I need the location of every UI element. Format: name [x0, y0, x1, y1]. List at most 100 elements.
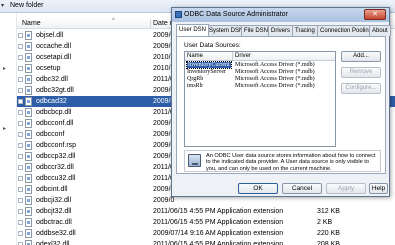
tab-drivers[interactable]: Drivers	[268, 25, 293, 36]
row-checkbox[interactable]	[18, 165, 23, 170]
new-folder-button[interactable]: New folder	[10, 2, 43, 9]
file-name: odbcad32	[36, 98, 67, 105]
help-button[interactable]: Help	[369, 183, 388, 194]
apply-button[interactable]: Apply	[326, 183, 366, 194]
file-icon	[25, 97, 32, 106]
row-checkbox[interactable]	[18, 88, 23, 93]
file-row[interactable]: odexl32.dll 2011/06/15 4:55 PM Application…	[17, 239, 395, 245]
file-name: odexl32.dll	[36, 241, 70, 245]
dialog-titlebar[interactable]: ODBC Data Source Administrator ✕	[172, 8, 389, 22]
odbc-admin-dialog: ODBC Data Source Administrator ✕ User DS…	[171, 7, 391, 197]
file-name: occache.dll	[36, 43, 72, 50]
cancel-button[interactable]: Cancel	[282, 183, 322, 194]
file-date: 2011/06/15 4:55 PM	[153, 219, 216, 226]
file-row[interactable]: oddbse32.dll 2009/07/14 9:16 AM Applicatio…	[17, 228, 395, 239]
file-icon	[25, 218, 32, 227]
file-name: odbcint.dll	[36, 186, 68, 193]
expand-chevron-icon[interactable]: ▸	[3, 125, 6, 132]
file-row[interactable]: odbctrac.dll 2011/06/15 4:55 PM Applicatio…	[17, 217, 395, 228]
file-name: ocsetup	[36, 65, 61, 72]
column-divider[interactable]	[150, 19, 151, 28]
row-checkbox[interactable]	[18, 209, 23, 214]
tab-tracing[interactable]: Tracing	[292, 25, 318, 36]
file-name: odbc32.dll	[36, 76, 68, 83]
row-checkbox[interactable]	[18, 231, 23, 236]
dsn-column-name[interactable]: Name	[187, 53, 203, 59]
row-checkbox[interactable]	[18, 33, 23, 38]
file-date: 2011/06/15 4:55 PM	[153, 241, 216, 245]
row-checkbox[interactable]	[18, 66, 23, 71]
dsn-driver: Microsoft Access Driver (*.mdb)	[235, 76, 315, 82]
file-name: odbctrac.dll	[36, 219, 72, 226]
dsn-list-header: Name Driver	[185, 52, 335, 61]
file-date: 2009/0	[153, 197, 175, 204]
tab-user-dsn[interactable]: User DSN	[176, 24, 210, 36]
file-name: odbcbcp.dll	[36, 109, 72, 116]
row-checkbox[interactable]	[18, 220, 23, 225]
close-button[interactable]: ✕	[364, 9, 386, 20]
file-icon	[25, 240, 32, 245]
tab-strip: User DSN System DSN File DSN Drivers Tra…	[176, 24, 391, 36]
file-icon	[25, 86, 32, 95]
add-button[interactable]: Add...	[341, 51, 381, 62]
user-data-sources-list[interactable]: Name Driver InventoryCurrent Microsoft Ac…	[184, 51, 336, 147]
configure-button[interactable]: Configure...	[341, 83, 381, 94]
file-name: oddbse32.dll	[36, 230, 76, 237]
row-checkbox[interactable]	[18, 154, 23, 159]
tab-about[interactable]: About	[369, 25, 391, 36]
row-checkbox[interactable]	[18, 176, 23, 181]
ok-button[interactable]: OK	[238, 183, 278, 194]
odbc-app-icon	[175, 11, 182, 18]
file-size: 208 KB	[317, 241, 340, 245]
dsn-name: InventoryCurrent	[186, 61, 232, 69]
dsn-column-driver[interactable]: Driver	[235, 53, 251, 59]
dialog-title: ODBC Data Source Administrator	[184, 11, 288, 18]
column-header-name[interactable]: Name	[22, 20, 41, 27]
tab-file-dsn[interactable]: File DSN	[241, 25, 272, 36]
file-size: 220 KB	[317, 230, 340, 237]
info-text: An ODBC User data source stores informat…	[206, 153, 376, 172]
navigation-pane: ▸ ▸	[0, 13, 17, 245]
dsn-driver: Microsoft Access Driver (*.mdb)	[235, 62, 315, 68]
file-icon	[25, 185, 32, 194]
file-icon	[25, 64, 32, 73]
user-data-sources-label: User Data Sources:	[184, 42, 241, 49]
file-type: Application extension	[217, 219, 284, 226]
file-icon	[25, 53, 32, 62]
row-checkbox[interactable]	[18, 143, 23, 148]
row-checkbox[interactable]	[18, 187, 23, 192]
dsn-list-item[interactable]: tmsRb Microsoft Access Driver (*.mdb)	[185, 83, 335, 90]
dsn-driver: Microsoft Access Driver (*.mdb)	[235, 83, 315, 89]
file-icon	[25, 75, 32, 84]
file-name: ocsetapi.dll	[36, 54, 72, 61]
row-checkbox[interactable]	[18, 132, 23, 137]
column-divider[interactable]	[232, 52, 233, 61]
row-checkbox[interactable]	[18, 55, 23, 60]
file-name: odbc32gt.dll	[36, 87, 74, 94]
dsn-list-item[interactable]: InventoryCurrent Microsoft Access Driver …	[185, 61, 335, 69]
file-type: Application extension	[217, 208, 284, 215]
file-icon	[25, 174, 32, 183]
row-checkbox[interactable]	[18, 99, 23, 104]
file-size: 312 KB	[317, 208, 340, 215]
dsn-list-item[interactable]: QrgRb Microsoft Access Driver (*.mdb)	[185, 76, 335, 83]
tab-connection-pooling[interactable]: Connection Pooling	[317, 25, 376, 36]
row-checkbox[interactable]	[18, 44, 23, 49]
file-row[interactable]: odbcjt32.dll 2011/06/15 4:55 PM Applicatio…	[17, 206, 395, 217]
remove-button[interactable]: Remove	[341, 67, 381, 78]
file-name: odbccu32.dll	[36, 175, 76, 182]
file-type: Application extension	[217, 230, 284, 237]
row-checkbox[interactable]	[18, 77, 23, 82]
file-name: odbcconf.dll	[36, 120, 74, 127]
file-name: odbccr32.dll	[36, 164, 74, 171]
file-icon	[25, 207, 32, 216]
row-checkbox[interactable]	[18, 121, 23, 126]
expand-chevron-icon[interactable]: ▸	[3, 65, 6, 72]
file-icon	[25, 31, 32, 40]
dsn-list-item[interactable]: InventoryServer Microsoft Access Driver (…	[185, 69, 335, 76]
row-checkbox[interactable]	[18, 198, 23, 203]
dropdown-arrow-icon[interactable]: ▾	[1, 2, 4, 9]
row-checkbox[interactable]	[18, 110, 23, 115]
file-icon	[25, 130, 32, 139]
dsn-name: InventoryServer	[187, 69, 226, 75]
